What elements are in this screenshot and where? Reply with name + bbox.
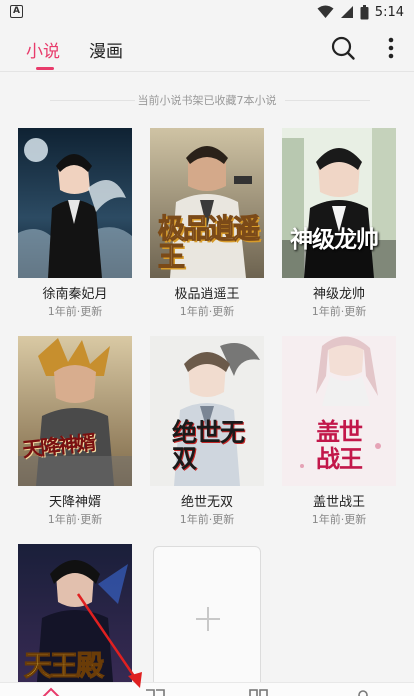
shelf-summary: 当前小说书架已收藏7本小说 (0, 92, 414, 108)
book-cover-title: 天王殿 (24, 649, 105, 683)
book-cover[interactable] (18, 336, 132, 486)
book-card[interactable]: 盖世战王 盖世战王 1年前·更新 (282, 336, 396, 526)
divider-left (50, 100, 135, 101)
signal-icon (340, 6, 353, 18)
book-update-time: 1年前·更新 (179, 305, 235, 318)
book-title[interactable]: 盖世战王 (272, 491, 406, 510)
search-icon[interactable] (330, 35, 356, 61)
top-bar: 小说 漫画 (0, 24, 414, 72)
more-icon[interactable] (380, 35, 402, 61)
category-icon[interactable] (248, 686, 270, 696)
book-card[interactable]: 天降神婿 天降神婿 1年前·更新 (18, 336, 132, 526)
book-card[interactable]: 极品逍遥王 极品逍遥王 1年前·更新 (150, 128, 264, 318)
status-bar: A 5:14 (0, 0, 414, 24)
book-card[interactable]: 天王殿 (18, 544, 132, 682)
book-cover-title: 神级龙帅 (290, 227, 379, 253)
book-card[interactable]: 神级龙帅 神级龙帅 1年前·更新 (282, 128, 396, 318)
book-update-time: 1年前·更新 (179, 513, 235, 526)
profile-icon[interactable] (352, 686, 374, 696)
book-update-time: 1年前·更新 (47, 305, 103, 318)
divider-right (285, 100, 370, 101)
book-cover-title: 极品逍遥王 (158, 214, 261, 273)
home-icon[interactable] (40, 686, 62, 696)
book-card[interactable]: 绝世无双 绝世无双 1年前·更新 (150, 336, 264, 526)
wifi-icon (317, 5, 334, 18)
book-cover-title: 盖世战王 (316, 417, 363, 473)
book-cover[interactable] (18, 128, 132, 278)
book-cover-title: 绝世无双 (172, 418, 245, 473)
book-title[interactable]: 神级龙帅 (272, 283, 406, 302)
book-update-time: 1年前·更新 (311, 513, 367, 526)
status-icons: 5:14 (317, 3, 404, 21)
book-update-time: 1年前·更新 (311, 305, 367, 318)
bottom-nav (0, 682, 414, 696)
status-time: 5:14 (374, 4, 404, 20)
shelf-summary-text: 当前小说书架已收藏7本小说 (137, 94, 277, 107)
book-cover[interactable] (282, 128, 396, 278)
book-title[interactable]: 绝世无双 (140, 491, 274, 510)
notification-a-icon: A (10, 5, 23, 18)
tab-novel[interactable]: 小说 (26, 37, 60, 62)
tab-comic[interactable]: 漫画 (89, 37, 123, 62)
book-title[interactable]: 徐南秦妃月 (8, 283, 142, 302)
add-book-button[interactable] (153, 546, 261, 696)
battery-icon (360, 4, 369, 19)
book-card[interactable]: 徐南秦妃月 1年前·更新 (18, 128, 132, 318)
book-update-time: 1年前·更新 (47, 513, 103, 526)
bookshelf-icon[interactable] (144, 686, 166, 696)
book-title[interactable]: 极品逍遥王 (140, 283, 274, 302)
book-title[interactable]: 天降神婿 (8, 491, 142, 510)
active-tab-indicator (36, 67, 54, 70)
plus-icon (196, 607, 220, 631)
